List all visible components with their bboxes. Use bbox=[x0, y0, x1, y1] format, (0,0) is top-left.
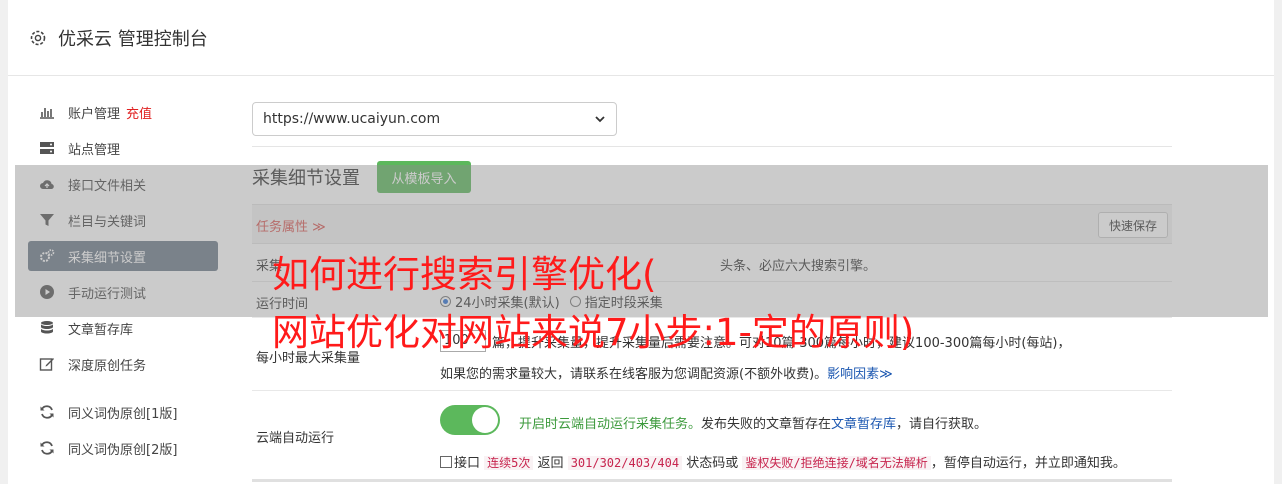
sidebar-item-label: 文章暂存库 bbox=[68, 322, 134, 338]
max-desc-line2: 如果您的需求量较大，请联系在线客服为您调配资源(不额外收费)。影响因素≫ bbox=[440, 363, 893, 382]
sidebar-item-sites[interactable]: 站点管理 bbox=[28, 133, 218, 163]
pause-code2: 301/302/403/404 bbox=[567, 456, 683, 470]
sidebar-item-synonym-v2[interactable]: 同义词伪原创[2版] bbox=[28, 433, 218, 463]
article-store-link[interactable]: 文章暂存库 bbox=[831, 417, 896, 432]
cloud-run-toggle[interactable] bbox=[440, 405, 500, 435]
cloud-run-label: 云端自动运行 bbox=[256, 431, 335, 446]
bottom-divider bbox=[252, 479, 1172, 482]
sidebar-item-deep-original[interactable]: 深度原创任务 bbox=[28, 349, 218, 379]
overlay-line1: 如何进行搜索引擎优化( bbox=[272, 253, 657, 296]
factors-link[interactable]: 影响因素≫ bbox=[827, 367, 893, 382]
database-icon bbox=[38, 320, 56, 336]
cloud-run-text: 发布失败的文章暂存在 bbox=[701, 417, 832, 432]
sidebar-item-article-store[interactable]: 文章暂存库 bbox=[28, 313, 218, 343]
sidebar-item-account[interactable]: 账户管理 充值 bbox=[28, 97, 218, 127]
site-select[interactable]: https://www.ucaiyun.com bbox=[252, 102, 617, 136]
max-desc-text: 如果您的需求量较大，请联系在线客服为您调配资源(不额外收费)。 bbox=[440, 367, 828, 382]
sidebar-item-label: 账户管理 bbox=[68, 106, 121, 122]
overlay-line2: 网站优化对网站来说7小步:1-定的原则) bbox=[272, 311, 915, 354]
cloud-run-green: 开启时云端自动运行采集任务。 bbox=[519, 417, 702, 432]
cloud-run-end: ，请自行获取。 bbox=[896, 417, 988, 432]
console-title: 优采云 管理控制台 bbox=[58, 28, 208, 50]
refresh-icon bbox=[38, 440, 56, 456]
pause-code1: 连续5次 bbox=[484, 456, 534, 470]
sidebar-item-label: 深度原创任务 bbox=[68, 358, 147, 374]
pause-a: 接口 bbox=[454, 456, 481, 471]
refresh-icon bbox=[38, 404, 56, 420]
divider bbox=[252, 146, 1172, 147]
top-header: 优采云 管理控制台 bbox=[8, 0, 1274, 76]
pause-d: ，暂停自动运行，并立即通知我。 bbox=[930, 456, 1126, 471]
pause-code3: 鉴权失败/拒绝连接/域名无法解析 bbox=[742, 456, 931, 470]
recharge-link[interactable]: 充值 bbox=[126, 103, 152, 122]
edit-icon bbox=[38, 356, 56, 372]
sidebar-item-label: 同义词伪原创[2版] bbox=[68, 442, 178, 458]
server-icon bbox=[38, 140, 56, 156]
gear-icon bbox=[30, 30, 46, 45]
bar-chart-icon bbox=[38, 104, 56, 120]
pause-b: 返回 bbox=[537, 456, 564, 471]
sidebar-item-label: 站点管理 bbox=[68, 142, 121, 158]
row-divider bbox=[252, 390, 1172, 391]
site-select-value: https://www.ucaiyun.com bbox=[263, 111, 441, 127]
chevron-down-icon bbox=[595, 116, 605, 123]
pause-c: 状态码或 bbox=[686, 456, 739, 471]
scrollbar[interactable] bbox=[1274, 0, 1282, 484]
sidebar-item-synonym-v1[interactable]: 同义词伪原创[1版] bbox=[28, 397, 218, 427]
sidebar-item-label: 同义词伪原创[1版] bbox=[68, 406, 178, 422]
overlay-title: 如何进行搜索引擎优化( 网站优化对网站来说7小步:1-定的原则) bbox=[272, 246, 1032, 362]
pause-checkbox[interactable] bbox=[440, 456, 452, 468]
pause-option: 接口 连续5次 返回 301/302/403/404 状态码或 鉴权失败/拒绝连… bbox=[440, 452, 1126, 471]
cloud-run-desc: 开启时云端自动运行采集任务。发布失败的文章暂存在文章暂存库，请自行获取。 bbox=[519, 413, 987, 432]
